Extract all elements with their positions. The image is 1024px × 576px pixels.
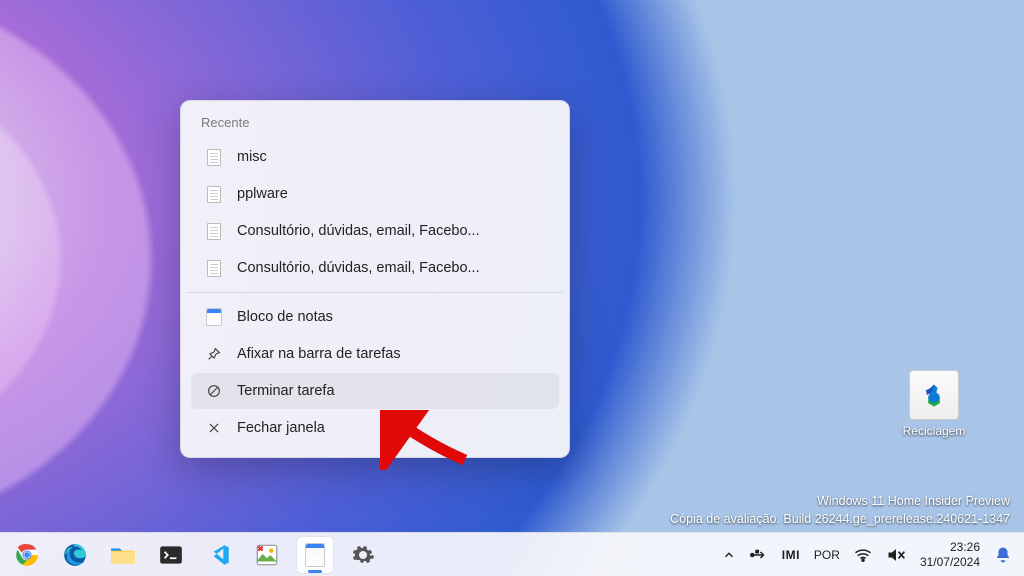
tray-date: 31/07/2024 [920,555,980,569]
close-icon [205,419,223,437]
tray-volume-muted-icon[interactable] [886,547,906,563]
jumplist-app-launch[interactable]: Bloco de notas [191,299,559,335]
taskbar-app-settings[interactable] [344,536,382,574]
prohibit-icon [205,382,223,400]
app-name-label: Bloco de notas [237,309,545,325]
jumplist-close-item[interactable]: Fechar janela [191,410,559,446]
document-icon [205,222,223,240]
close-label: Fechar janela [237,420,545,436]
jumplist-recent-item[interactable]: misc [191,139,559,175]
taskbar: IMI POR 23:26 31/07/2024 [0,532,1024,576]
watermark-line1: Windows 11 Home Insider Preview [670,493,1010,511]
tray-usb-icon[interactable] [750,548,768,562]
tray-clock[interactable]: 23:26 31/07/2024 [920,540,980,569]
tray-brand-label[interactable]: IMI [782,548,800,562]
end-task-label: Terminar tarefa [237,383,545,399]
recent-item-label: Consultório, dúvidas, email, Facebo... [237,223,545,239]
notepad-icon [205,308,223,326]
menu-divider [187,292,563,293]
desktop-watermark: Windows 11 Home Insider Preview Cópia de… [670,493,1010,528]
taskbar-app-terminal[interactable] [152,536,190,574]
jumplist-end-task-item[interactable]: Terminar tarefa [191,373,559,409]
taskbar-jumplist: Recente misc pplware Consultório, dúvida… [180,100,570,458]
watermark-line2: Cópia de avaliação. Build 26244.ge_prere… [670,511,1010,529]
taskbar-apps [0,536,382,574]
tray-wifi-icon[interactable] [854,548,872,562]
jumplist-recent-item[interactable]: Consultório, dúvidas, email, Facebo... [191,250,559,286]
recent-item-label: pplware [237,186,545,202]
pin-icon [205,345,223,363]
taskbar-app-file-explorer[interactable] [104,536,142,574]
taskbar-app-edge[interactable] [56,536,94,574]
jumplist-section-title: Recente [187,111,563,138]
tray-notifications-icon[interactable] [994,546,1012,564]
taskbar-app-imaging[interactable] [248,536,286,574]
notepad-icon [305,543,325,567]
taskbar-app-vscode[interactable] [200,536,238,574]
recycle-bin-label: Reciclagem [894,424,974,438]
jumplist-pin-item[interactable]: Afixar na barra de tarefas [191,336,559,372]
recent-item-label: Consultório, dúvidas, email, Facebo... [237,260,545,276]
tray-time: 23:26 [920,540,980,554]
desktop-icon-recycle-bin[interactable]: Reciclagem [894,370,974,438]
tray-language[interactable]: POR [814,548,840,562]
jumplist-recent-item[interactable]: pplware [191,176,559,212]
taskbar-app-chrome[interactable] [8,536,46,574]
document-icon [205,148,223,166]
document-icon [205,185,223,203]
taskbar-system-tray: IMI POR 23:26 31/07/2024 [722,540,1024,569]
jumplist-recent-item[interactable]: Consultório, dúvidas, email, Facebo... [191,213,559,249]
document-icon [205,259,223,277]
recent-item-label: misc [237,149,545,165]
recycle-bin-icon [909,370,959,420]
tray-chevron-up-icon[interactable] [722,548,736,562]
taskbar-app-notepad[interactable] [296,536,334,574]
pin-label: Afixar na barra de tarefas [237,346,545,362]
